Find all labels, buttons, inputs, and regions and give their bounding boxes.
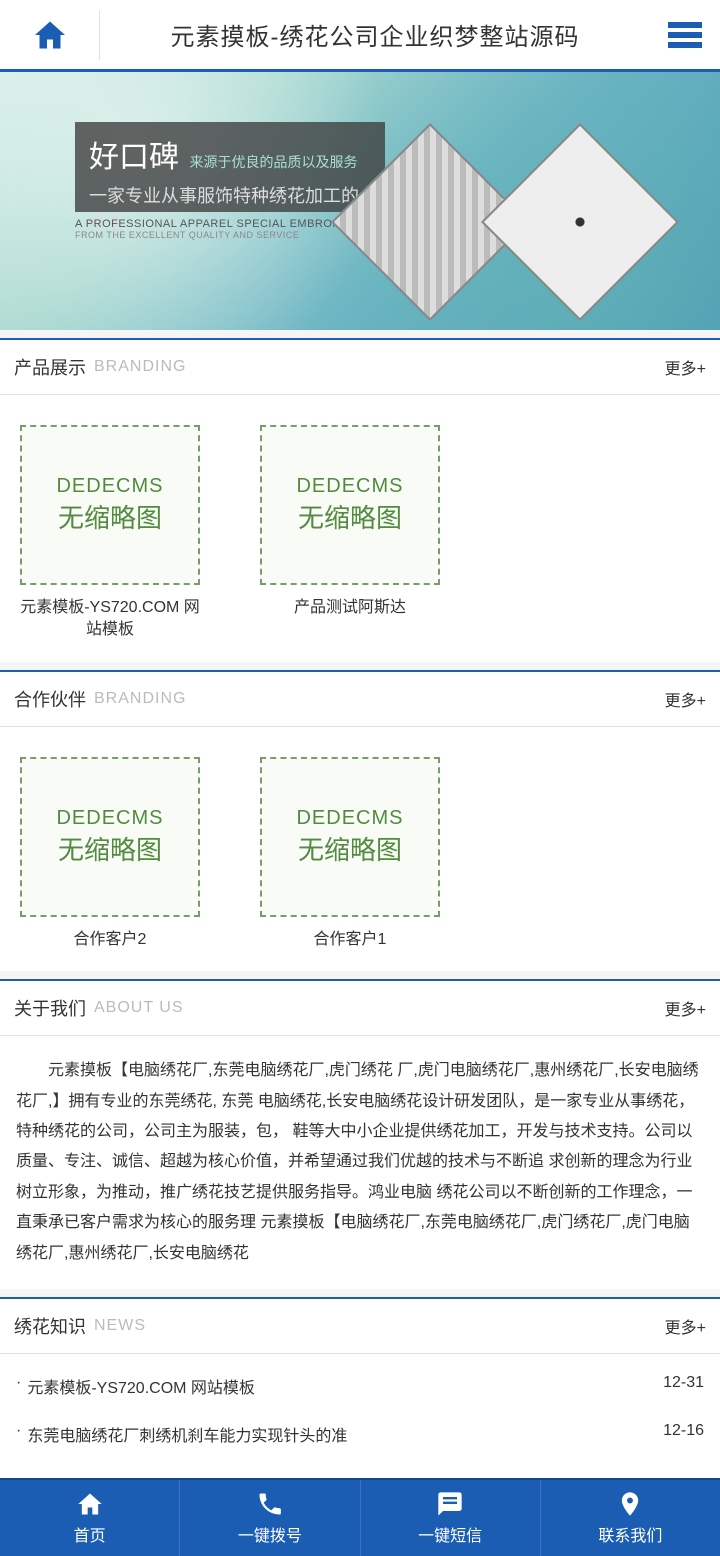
- partner-title: 合作客户1: [260, 929, 440, 951]
- more-link-about[interactable]: 更多+: [665, 996, 706, 1020]
- product-card[interactable]: DEDECMS 无缩略图 产品测试阿斯达: [260, 425, 440, 642]
- news-item[interactable]: · 元素模板-YS720.COM 网站模板 12-31: [16, 1362, 704, 1410]
- hero-banner: 好口碑 来源于优良的品质以及服务 一家专业从事服饰特种绣花加工的企业 A PRO…: [0, 72, 720, 330]
- section-about: 关于我们 ABOUT US 更多+ 元素摸板【电脑绣花厂,东莞电脑绣花厂,虎门绣…: [0, 979, 720, 1289]
- phone-icon: [256, 1490, 284, 1518]
- section-head-about: 关于我们 ABOUT US 更多+: [0, 981, 720, 1036]
- section-head-partners: 合作伙伴 BRANDING 更多+: [0, 672, 720, 727]
- partner-title: 合作客户2: [20, 929, 200, 951]
- news-date: 12-16: [663, 1422, 704, 1446]
- partners-grid: DEDECMS 无缩略图 合作客户2 DEDECMS 无缩略图 合作客户1: [0, 727, 720, 971]
- about-text: 元素摸板【电脑绣花厂,东莞电脑绣花厂,虎门绣花 厂,虎门电脑绣花厂,惠州绣花厂,…: [0, 1036, 720, 1289]
- nav-contact[interactable]: 联系我们: [541, 1480, 720, 1556]
- page-title: 元素摸板-绣花公司企业织梦整站源码: [100, 17, 650, 52]
- menu-button[interactable]: [650, 22, 720, 48]
- product-thumb: DEDECMS 无缩略图: [20, 425, 200, 585]
- sms-icon: [436, 1490, 464, 1518]
- home-button[interactable]: [0, 10, 100, 60]
- news-title: 元素模板-YS720.COM 网站模板: [27, 1374, 255, 1398]
- section-title-en: ABOUT US: [94, 999, 184, 1017]
- nav-home[interactable]: 首页: [0, 1480, 180, 1556]
- news-list: · 元素模板-YS720.COM 网站模板 12-31 · 东莞电脑绣花厂刺绣机…: [0, 1354, 720, 1478]
- partner-card[interactable]: DEDECMS 无缩略图 合作客户2: [20, 757, 200, 951]
- news-item[interactable]: · 东莞电脑绣花厂刺绣机刹车能力实现针头的准 12-16: [16, 1410, 704, 1458]
- banner-sub1: 来源于优良的品质以及服务: [189, 154, 357, 170]
- product-title: 元素模板-YS720.COM 网站模板: [20, 597, 200, 642]
- news-date: 12-31: [663, 1374, 704, 1398]
- nav-sms[interactable]: 一键短信: [361, 1480, 541, 1556]
- partner-thumb: DEDECMS 无缩略图: [20, 757, 200, 917]
- section-products: 产品展示 BRANDING 更多+ DEDECMS 无缩略图 元素模板-YS72…: [0, 338, 720, 662]
- more-link-products[interactable]: 更多+: [665, 355, 706, 379]
- section-head-products: 产品展示 BRANDING 更多+: [0, 340, 720, 395]
- section-title-cn: 产品展示: [14, 354, 86, 380]
- section-head-news: 绣花知识 NEWS 更多+: [0, 1299, 720, 1354]
- more-link-partners[interactable]: 更多+: [665, 687, 706, 711]
- section-title-cn: 关于我们: [14, 995, 86, 1021]
- section-title-en: BRANDING: [94, 358, 186, 376]
- partner-thumb: DEDECMS 无缩略图: [260, 757, 440, 917]
- product-thumb: DEDECMS 无缩略图: [260, 425, 440, 585]
- partner-card[interactable]: DEDECMS 无缩略图 合作客户1: [260, 757, 440, 951]
- banner-title: 好口碑: [89, 141, 179, 174]
- section-title-cn: 合作伙伴: [14, 686, 86, 712]
- products-grid: DEDECMS 无缩略图 元素模板-YS720.COM 网站模板 DEDECMS…: [0, 395, 720, 662]
- product-title: 产品测试阿斯达: [260, 597, 440, 619]
- bottom-nav: 首页 一键拨号 一键短信 联系我们: [0, 1478, 720, 1556]
- location-icon: [616, 1490, 644, 1518]
- product-card[interactable]: DEDECMS 无缩略图 元素模板-YS720.COM 网站模板: [20, 425, 200, 642]
- nav-dial[interactable]: 一键拨号: [180, 1480, 360, 1556]
- menu-icon: [668, 22, 702, 28]
- more-link-news[interactable]: 更多+: [665, 1314, 706, 1338]
- section-title-cn: 绣花知识: [14, 1313, 86, 1339]
- news-title: 东莞电脑绣花厂刺绣机刹车能力实现针头的准: [27, 1422, 347, 1446]
- home-icon: [32, 17, 68, 53]
- section-title-en: BRANDING: [94, 690, 186, 708]
- home-icon: [76, 1490, 104, 1518]
- header: 元素摸板-绣花公司企业织梦整站源码: [0, 0, 720, 72]
- section-partners: 合作伙伴 BRANDING 更多+ DEDECMS 无缩略图 合作客户2 DED…: [0, 670, 720, 971]
- section-news: 绣花知识 NEWS 更多+ · 元素模板-YS720.COM 网站模板 12-3…: [0, 1297, 720, 1478]
- section-title-en: NEWS: [94, 1317, 146, 1335]
- banner-text-box: 好口碑 来源于优良的品质以及服务 一家专业从事服饰特种绣花加工的企业: [75, 122, 385, 212]
